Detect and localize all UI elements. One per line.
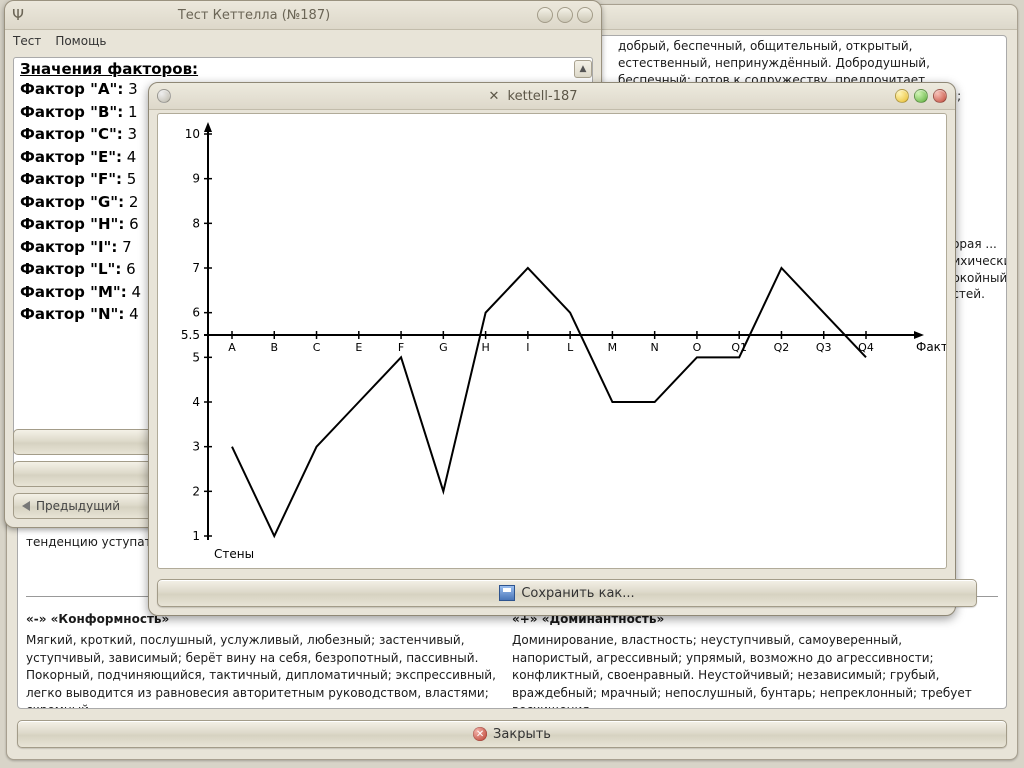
factor-name: Фактор "I": (20, 238, 117, 256)
factor-value: 6 (121, 260, 135, 278)
close-icon: ✕ (473, 727, 487, 741)
minimize-button[interactable] (537, 7, 553, 23)
right-col-body: Доминирование, властность; неуступчивый,… (512, 632, 986, 709)
svg-text:5.5: 5.5 (181, 328, 200, 342)
save-as-label: Сохранить как... (521, 586, 634, 601)
svg-text:5: 5 (192, 350, 200, 364)
factor-name: Фактор "N": (20, 305, 124, 323)
x11-icon: ✕ (488, 89, 499, 104)
svg-text:3: 3 (192, 440, 200, 454)
close-button[interactable]: ✕ Закрыть (17, 720, 1007, 748)
svg-text:Q3: Q3 (816, 341, 832, 354)
svg-text:E: E (355, 341, 362, 354)
svg-text:F: F (398, 341, 404, 354)
chart-window-title: kettell-187 (508, 89, 578, 104)
app-icon: Ψ (5, 6, 31, 24)
svg-text:M: M (608, 341, 618, 354)
factor-value: 2 (124, 193, 138, 211)
factor-name: Фактор "M": (20, 283, 127, 301)
svg-text:Q2: Q2 (774, 341, 790, 354)
factor-name: Фактор "A": (20, 80, 123, 98)
svg-text:N: N (651, 341, 659, 354)
svg-text:4: 4 (192, 395, 200, 409)
svg-text:1: 1 (192, 529, 200, 543)
save-as-button[interactable]: Сохранить как... (157, 579, 977, 607)
factor-name: Фактор "H": (20, 215, 124, 233)
factor-list-titlebar[interactable]: Ψ Тест Кеттелла (№187) (5, 1, 601, 30)
factor-list-heading: Значения факторов: (14, 58, 592, 78)
left-col-body: Мягкий, кроткий, послушный, услужливый, … (26, 632, 500, 709)
factor-value: 6 (124, 215, 138, 233)
factor-value: 7 (117, 238, 131, 256)
svg-text:6: 6 (192, 306, 200, 320)
svg-text:9: 9 (192, 172, 200, 186)
chart-titlebar[interactable]: ✕ kettell-187 (149, 83, 955, 110)
factor-name: Фактор "L": (20, 260, 121, 278)
factor-value: 3 (123, 80, 137, 98)
arrow-left-icon (22, 501, 30, 511)
maximize-button[interactable] (557, 7, 573, 23)
svg-text:L: L (567, 341, 574, 354)
svg-text:O: O (693, 341, 702, 354)
svg-text:A: A (228, 341, 236, 354)
close-button-label: Закрыть (493, 727, 551, 742)
factor-list-title: Тест Кеттелла (№187) (31, 8, 537, 23)
window-menu-button[interactable] (157, 89, 171, 103)
svg-text:Фактор: Фактор (916, 340, 946, 354)
svg-text:I: I (526, 341, 529, 354)
zoom-button[interactable] (914, 89, 928, 103)
svg-text:2: 2 (192, 484, 200, 498)
previous-button-label: Предыдущий (36, 499, 120, 513)
menu-help[interactable]: Помощь (55, 34, 106, 48)
svg-text:B: B (270, 341, 278, 354)
previous-button[interactable]: Предыдущий (13, 493, 165, 519)
save-icon (499, 585, 515, 601)
chart-canvas: 123455.5678910ABCEFGHILMNOQ1Q2Q3Q4Фактор… (157, 113, 947, 569)
svg-text:Стены: Стены (214, 547, 254, 561)
factor-value: 4 (124, 305, 138, 323)
svg-text:8: 8 (192, 216, 200, 230)
factor-value: 1 (123, 103, 137, 121)
factor-name: Фактор "C": (20, 125, 123, 143)
svg-text:G: G (439, 341, 448, 354)
scroll-up-button[interactable]: ▲ (574, 60, 592, 78)
svg-text:C: C (313, 341, 321, 354)
factor-value: 5 (122, 170, 136, 188)
menu-test[interactable]: Тест (13, 34, 41, 48)
factor-name: Фактор "E": (20, 148, 122, 166)
factor-name: Фактор "G": (20, 193, 124, 211)
svg-text:7: 7 (192, 261, 200, 275)
factor-name: Фактор "F": (20, 170, 122, 188)
svg-text:10: 10 (185, 127, 200, 141)
factor-value: 4 (122, 148, 136, 166)
close-window-button[interactable] (577, 7, 593, 23)
menubar: Тест Помощь (5, 30, 601, 52)
factor-value: 4 (127, 283, 141, 301)
factor-name: Фактор "B": (20, 103, 123, 121)
svg-text:H: H (481, 341, 489, 354)
minimize-button[interactable] (895, 89, 909, 103)
factor-value: 3 (123, 125, 137, 143)
chart-window: ✕ kettell-187 1 2 3 4 5 5.5 6 7 8 9 10 A B C E F G H I L M N O… (148, 82, 956, 616)
close-button[interactable] (933, 89, 947, 103)
